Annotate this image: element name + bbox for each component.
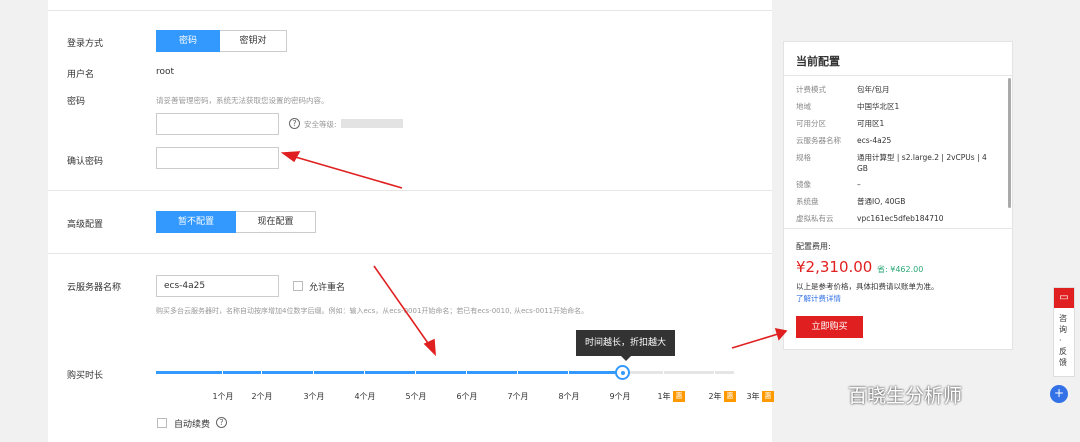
annotation-arrows [280,151,788,357]
arrow-line [291,155,403,189]
arrow-head [280,151,301,163]
arrow-line [373,265,431,347]
arrow-head [774,327,788,341]
arrow-line [731,333,779,349]
